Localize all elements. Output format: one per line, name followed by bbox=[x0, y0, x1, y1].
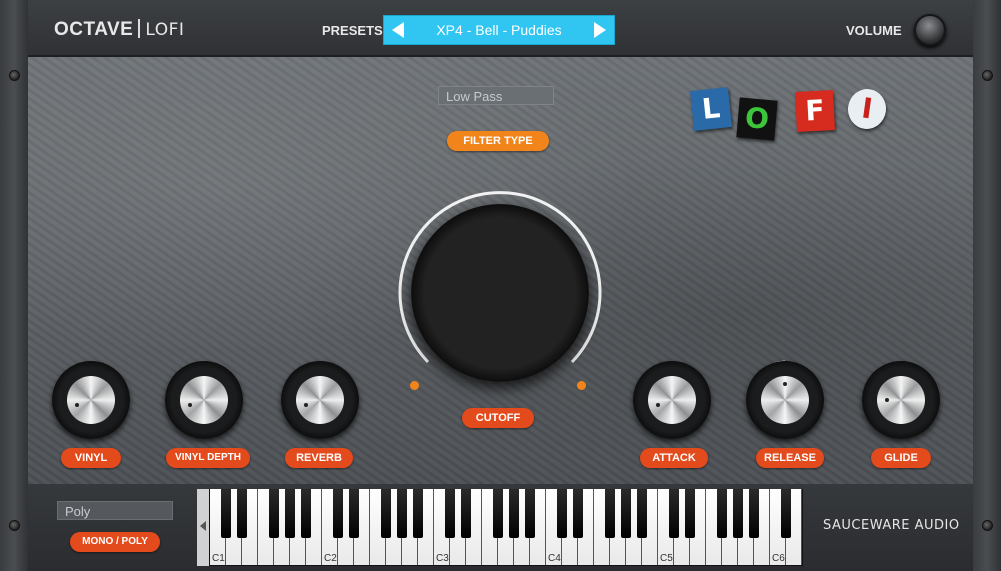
synth-plugin-window: OCTAVE LOFI PRESETS XP4 - Bell - Puddies … bbox=[0, 0, 1001, 571]
brand-main: OCTAVE bbox=[54, 19, 134, 40]
presets-label: PRESETS bbox=[322, 23, 383, 38]
volume-label: VOLUME bbox=[846, 23, 902, 38]
screw-icon bbox=[982, 70, 993, 81]
glide-label: GLIDE bbox=[871, 448, 931, 468]
attack-knob[interactable] bbox=[633, 361, 711, 439]
release-knob[interactable] bbox=[746, 361, 824, 439]
black-key[interactable] bbox=[637, 489, 647, 538]
logo-letter: O bbox=[736, 97, 778, 141]
top-bar: OCTAVE LOFI PRESETS XP4 - Bell - Puddies … bbox=[28, 0, 973, 57]
brand-sub: LOFI bbox=[145, 20, 185, 40]
octave-label: C1 bbox=[212, 553, 225, 564]
black-key[interactable] bbox=[573, 489, 583, 538]
cutoff-label: CUTOFF bbox=[462, 408, 534, 428]
volume-knob[interactable] bbox=[914, 14, 946, 46]
black-key[interactable] bbox=[509, 489, 519, 538]
octave-label: C6 bbox=[772, 553, 785, 564]
black-key[interactable] bbox=[733, 489, 743, 538]
vinyl-depth-knob[interactable] bbox=[165, 361, 243, 439]
screw-icon bbox=[9, 70, 20, 81]
reverb-label: REVERB bbox=[285, 448, 353, 468]
release-label: RELEASE bbox=[756, 448, 824, 468]
attack-label: ATTACK bbox=[640, 448, 708, 468]
logo-letter: L bbox=[690, 87, 732, 131]
octave-label: C4 bbox=[548, 553, 561, 564]
black-key[interactable] bbox=[285, 489, 295, 538]
black-key[interactable] bbox=[397, 489, 407, 538]
voice-mode-dropdown[interactable]: Poly bbox=[57, 501, 173, 520]
filter-type-dropdown[interactable]: Low Pass bbox=[438, 86, 554, 105]
black-key[interactable] bbox=[333, 489, 343, 538]
glide-knob[interactable] bbox=[862, 361, 940, 439]
preset-name[interactable]: XP4 - Bell - Puddies bbox=[384, 22, 614, 38]
black-key[interactable] bbox=[269, 489, 279, 538]
next-preset-arrow-icon[interactable] bbox=[594, 22, 606, 38]
cutoff-max-marker bbox=[577, 381, 586, 390]
cutoff-knob[interactable] bbox=[411, 204, 589, 382]
mono-poly-label: MONO / POLY bbox=[70, 532, 160, 552]
vinyl-depth-label: VINYL DEPTH bbox=[166, 448, 250, 468]
main-panel: Low Pass FILTER TYPE L O F I CUTOFF VINY… bbox=[28, 57, 973, 484]
black-key[interactable] bbox=[781, 489, 791, 538]
logo-letter: F bbox=[794, 90, 836, 132]
company-name: SAUCEWARE AUDIO bbox=[823, 518, 960, 533]
octave-label: C5 bbox=[660, 553, 673, 564]
black-key[interactable] bbox=[493, 489, 503, 538]
black-key[interactable] bbox=[525, 489, 535, 538]
black-key[interactable] bbox=[237, 489, 247, 538]
black-key[interactable] bbox=[413, 489, 423, 538]
black-key[interactable] bbox=[605, 489, 615, 538]
left-rack-rail bbox=[0, 0, 29, 571]
black-key[interactable] bbox=[301, 489, 311, 538]
preset-selector[interactable]: XP4 - Bell - Puddies bbox=[383, 15, 615, 45]
black-key[interactable] bbox=[445, 489, 455, 538]
right-rack-rail bbox=[972, 0, 1001, 571]
black-key[interactable] bbox=[557, 489, 567, 538]
black-key[interactable] bbox=[749, 489, 759, 538]
keyboard-scroll-button[interactable] bbox=[197, 489, 209, 566]
cutoff-min-marker bbox=[410, 381, 419, 390]
black-key[interactable] bbox=[717, 489, 727, 538]
octave-label: C3 bbox=[436, 553, 449, 564]
logo-letter: I bbox=[845, 86, 889, 132]
brand-logo: OCTAVE LOFI bbox=[54, 19, 184, 41]
vinyl-knob[interactable] bbox=[52, 361, 130, 439]
screw-icon bbox=[982, 520, 993, 531]
piano-keyboard[interactable]: C1 C2 C3 C4 C5 C6 bbox=[197, 489, 803, 566]
black-key[interactable] bbox=[621, 489, 631, 538]
black-key[interactable] bbox=[669, 489, 679, 538]
vinyl-label: VINYL bbox=[61, 448, 121, 468]
black-key[interactable] bbox=[349, 489, 359, 538]
octave-label: C2 bbox=[324, 553, 337, 564]
screw-icon bbox=[9, 520, 20, 531]
reverb-knob[interactable] bbox=[281, 361, 359, 439]
scroll-left-arrow-icon bbox=[200, 521, 206, 531]
black-key[interactable] bbox=[461, 489, 471, 538]
black-key[interactable] bbox=[221, 489, 231, 538]
filter-type-label: FILTER TYPE bbox=[447, 131, 549, 151]
bottom-bar: Poly MONO / POLY C1 C2 C3 C4 C5 C6 SAUCEWARE … bbox=[28, 484, 973, 571]
brand-divider bbox=[138, 19, 141, 38]
black-key[interactable] bbox=[381, 489, 391, 538]
cutoff-knob-cap[interactable] bbox=[411, 204, 557, 350]
black-key[interactable] bbox=[685, 489, 695, 538]
